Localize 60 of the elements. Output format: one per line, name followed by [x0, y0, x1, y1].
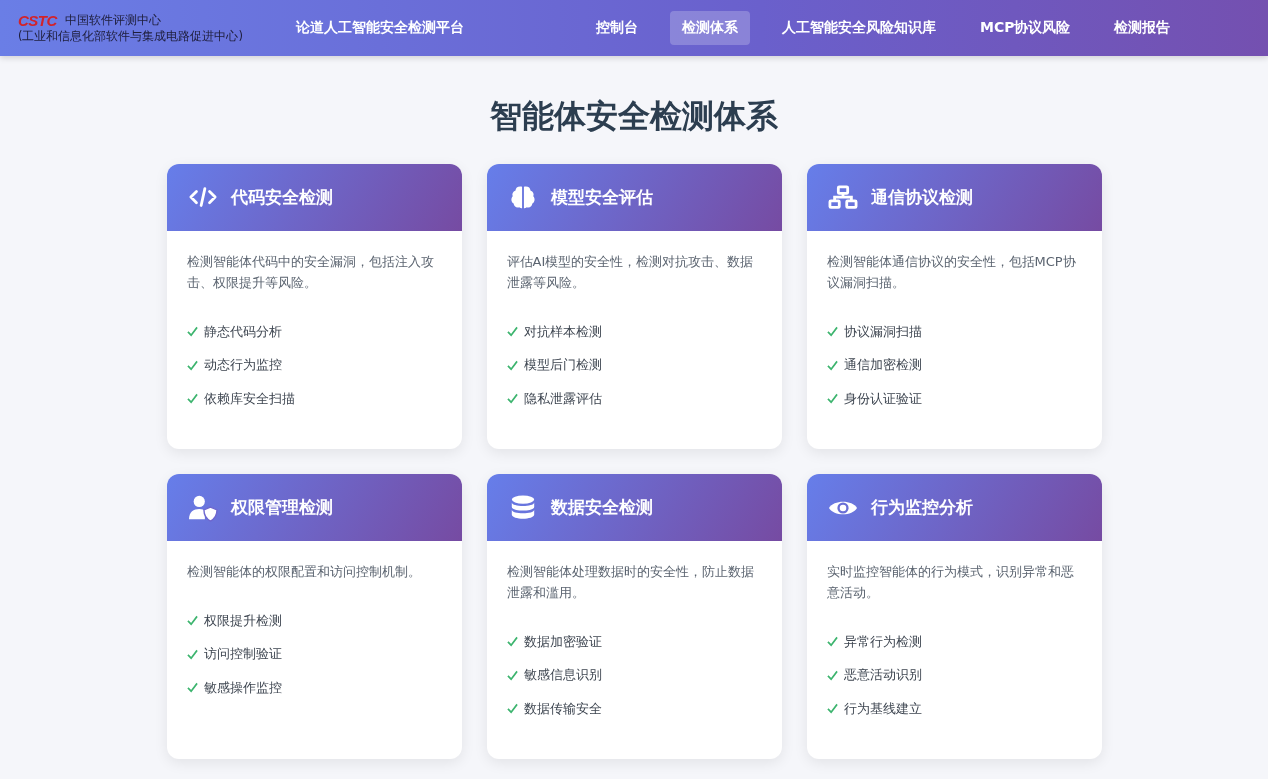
nav-link[interactable]: 人工智能安全风险知识库 [770, 11, 948, 45]
feature-item: 敏感信息识别 [523, 666, 602, 685]
feature-item: 模型后门检测 [523, 356, 602, 375]
check-icon [826, 636, 838, 648]
check-icon [826, 703, 838, 715]
check-icon [506, 636, 518, 648]
platform-title: 论道人工智能安全检测平台 [296, 19, 464, 37]
nav-link[interactable]: MCP协议风险 [968, 11, 1083, 45]
feature-item: 隐私泄露评估 [523, 389, 602, 408]
network-icon [826, 183, 859, 212]
check-icon [186, 682, 198, 694]
feature-item: 依赖库安全扫描 [203, 389, 295, 408]
feature-item: 异常行为检测 [843, 632, 922, 651]
feature-item: 访问控制验证 [203, 645, 282, 664]
card-description: 检测智能体处理数据时的安全性，防止数据泄露和滥用。 [506, 563, 755, 602]
card-description: 检测智能体通信协议的安全性，包括MCP协议漏洞扫描。 [826, 253, 1077, 292]
check-icon [186, 326, 198, 338]
feature-item: 静态代码分析 [203, 322, 282, 341]
card-title: 模型安全评估 [550, 186, 653, 209]
card-title: 代码安全检测 [230, 186, 333, 209]
feature-item: 协议漏洞扫描 [843, 322, 922, 341]
user-shield-icon [186, 493, 219, 522]
feature-item: 敏感操作监控 [203, 678, 282, 697]
nav-link[interactable]: 检测报告 [1102, 11, 1183, 45]
feature-item: 通信加密检测 [843, 356, 922, 375]
feature-item: 动态行为监控 [203, 356, 282, 375]
nav-link[interactable]: 检测体系 [670, 11, 750, 45]
feature-item: 恶意活动识别 [843, 666, 922, 685]
check-icon [186, 393, 198, 405]
card-title: 行为监控分析 [870, 496, 973, 519]
card-title: 数据安全检测 [550, 496, 653, 519]
card-description: 实时监控智能体的行为模式，识别异常和恶意活动。 [826, 563, 1075, 602]
logo-name: 中国软件评测中心 [64, 12, 161, 29]
check-icon [826, 393, 838, 405]
card-title: 权限管理检测 [230, 496, 333, 519]
logo-mark: CSTC [18, 12, 57, 29]
feature-item: 数据加密验证 [523, 632, 602, 651]
card-description: 检测智能体的权限配置和访问控制机制。 [186, 563, 422, 581]
check-icon [506, 326, 518, 338]
nav-link[interactable]: 控制台 [584, 11, 650, 45]
feature-item: 对抗样本检测 [523, 322, 602, 341]
check-icon [506, 393, 518, 405]
logo-subtitle: (工业和信息化部软件与集成电路促进中心) [18, 29, 244, 44]
check-icon [506, 359, 518, 371]
check-icon [826, 326, 838, 338]
feature-item: 身份认证验证 [843, 389, 922, 408]
card-title: 通信协议检测 [870, 186, 973, 209]
check-icon [506, 669, 518, 681]
card-description: 评估AI模型的安全性，检测对抗攻击、数据泄露等风险。 [506, 253, 755, 292]
feature-item: 数据传输安全 [523, 699, 602, 718]
check-icon [186, 359, 198, 371]
check-icon [186, 648, 198, 660]
feature-item: 权限提升检测 [203, 611, 282, 630]
check-icon [826, 669, 838, 681]
page-title: 智能体安全检测体系 [489, 96, 779, 137]
check-icon [506, 703, 518, 715]
card-description: 检测智能体代码中的安全漏洞，包括注入攻击、权限提升等风险。 [186, 253, 435, 292]
check-icon [186, 615, 198, 627]
feature-item: 行为基线建立 [843, 699, 922, 718]
check-icon [826, 359, 838, 371]
